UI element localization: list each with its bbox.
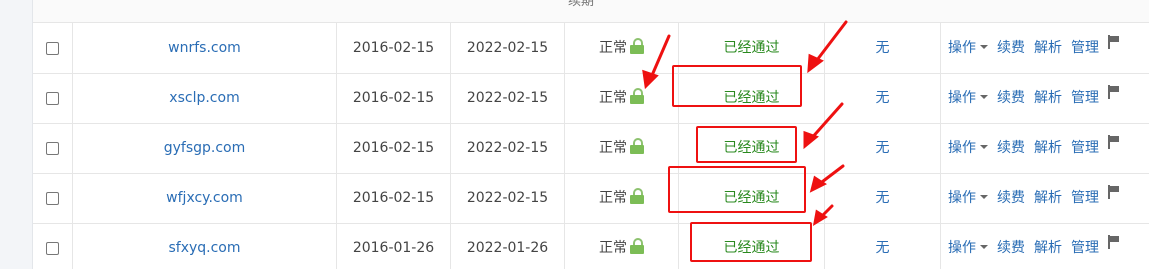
annotation-arrow	[808, 102, 844, 142]
annotation-arrow	[812, 20, 848, 66]
annotation-arrows	[642, 20, 848, 226]
annotation-arrowhead	[803, 130, 819, 150]
annotation-arrowhead	[642, 69, 659, 90]
annotation-arrowhead	[809, 175, 827, 193]
